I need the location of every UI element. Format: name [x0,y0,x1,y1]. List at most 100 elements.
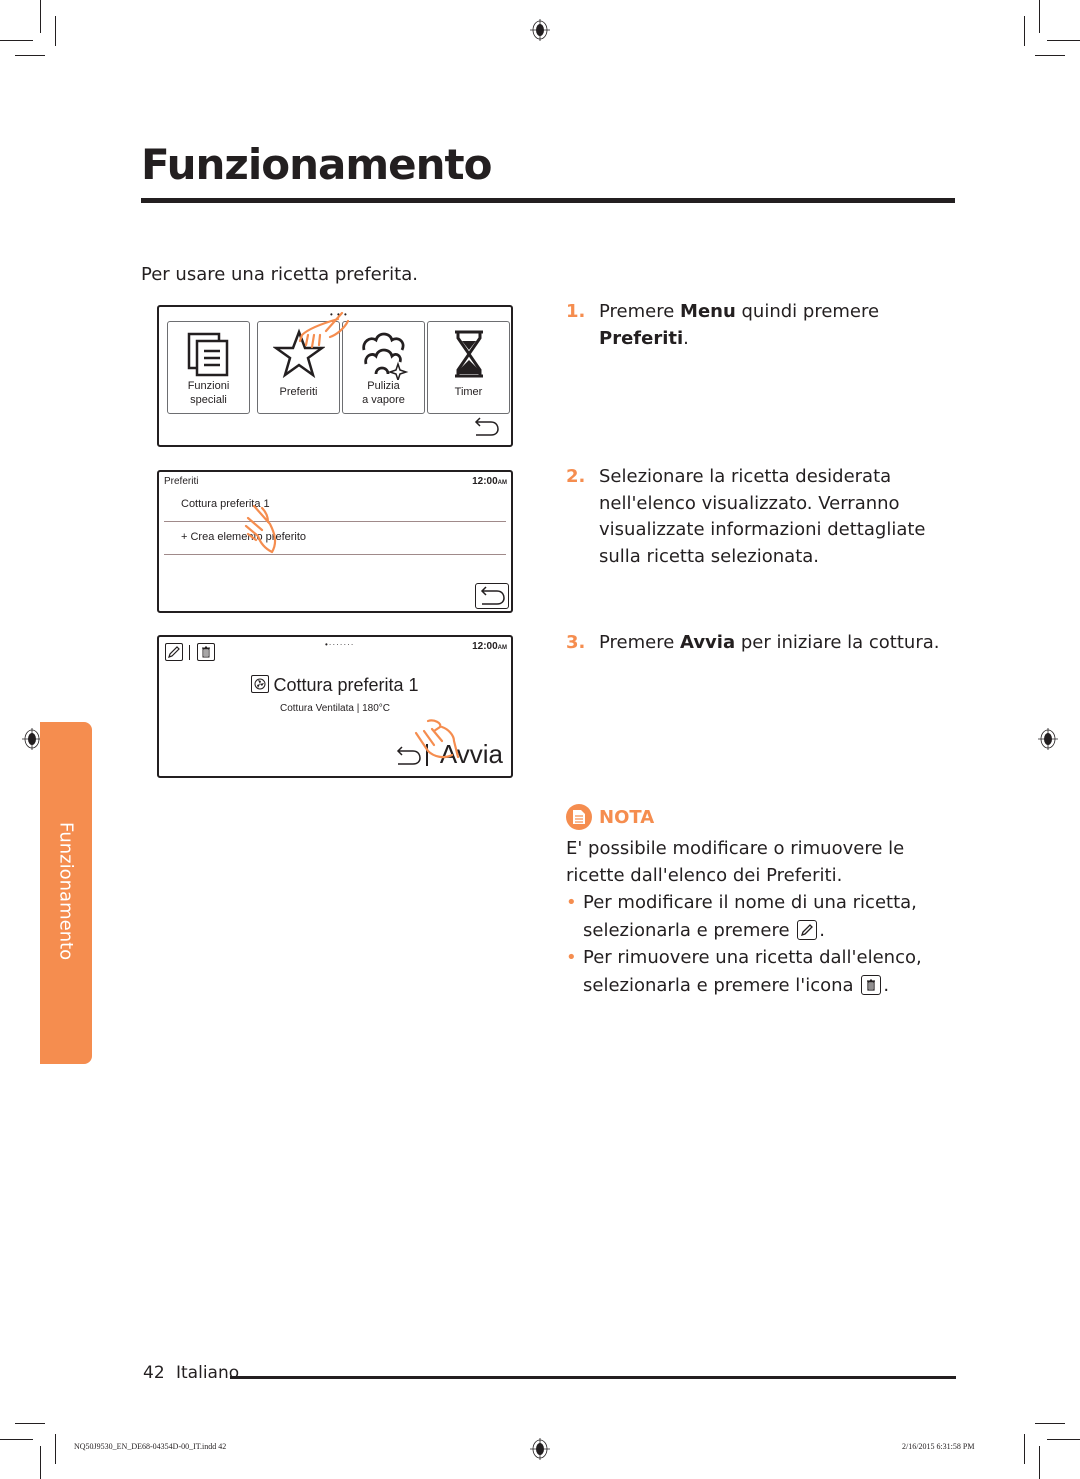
tile-pulizia-a-vapore[interactable]: Pulizia a vapore [342,321,425,414]
tile-label: Funzioni speciali [187,380,230,406]
list-item-create-favorite[interactable]: + Crea elemento preferito [164,522,506,555]
edit-icon [797,920,818,940]
tile-funzioni-speciali[interactable]: Funzioni speciali [167,321,250,414]
page-indicator: •······· [325,640,355,649]
edit-button[interactable] [165,643,183,661]
crop-mark [15,55,45,56]
crop-mark [15,1423,45,1424]
crop-mark [1035,1423,1065,1424]
print-slug-date: 2/16/2015 6:31:58 PM [902,1442,975,1451]
hourglass-icon [454,330,483,378]
text: Premere [599,632,681,653]
list-item-label: + Crea elemento preferito [181,531,307,543]
text: Per modificare il nome di una ricetta, s… [583,892,917,941]
clock-time: 12:00 [472,641,498,652]
note-bullet: • Per modificare il nome di una ricetta,… [566,889,966,945]
edit-icon [168,646,180,658]
separator [426,744,428,766]
crop-mark [40,0,41,33]
menu-term: Menu [680,301,736,322]
documents-icon [187,332,228,377]
separator [189,645,190,660]
step-2: 2. Selezionare la ricetta desiderata nel… [566,464,926,570]
section-side-tab: Funzionamento [40,722,92,1064]
clock: 12:00AM [472,641,507,652]
list-item-label: Cottura preferita 1 [181,498,270,510]
note-icon [566,804,592,830]
step-3: 3. Premere Avvia per iniziare la cottura… [566,630,966,657]
bullet-dot: • [566,892,577,913]
tile-label: Pulizia a vapore [362,380,405,406]
delete-button[interactable] [197,643,215,661]
footer-rule [230,1376,956,1379]
note-bullet: • Per rimuovere una ricetta dall'elenco,… [566,944,966,1000]
crop-mark [1047,1439,1080,1440]
side-tab-label: Funzionamento [55,822,77,961]
note-body: E' possibile modificare o rimuovere le r… [566,838,905,886]
crop-mark [1039,1446,1040,1479]
crop-mark [1024,1434,1025,1464]
text: . [883,975,890,996]
tile-label: Timer [454,386,483,398]
preferiti-term: Preferiti [599,327,684,349]
recipe-details: Cottura Ventilata | 180°C [280,703,390,714]
clock-ampm: AM [497,645,507,651]
crop-mark [55,1434,56,1464]
step-text: Premere Avvia per iniziare la cottura. [599,630,966,657]
recipe-title: Cottura preferita 1 [159,675,511,696]
clock-time: 12:00 [472,476,498,487]
fan-icon [251,675,270,693]
note-label: NOTA [599,807,655,828]
title-rule [141,198,955,203]
intro-text: Per usare una ricetta preferita. [141,264,418,285]
bullet-dot: • [566,947,577,968]
list-item-favorite[interactable]: Cottura preferita 1 [164,489,506,522]
crop-mark [1039,0,1040,33]
back-button[interactable] [475,583,509,609]
back-icon[interactable] [473,417,501,439]
avvia-term: Avvia [680,632,736,653]
registration-mark-icon [530,19,550,41]
text: Premere [599,301,681,322]
crop-mark [0,1439,33,1440]
screen-title: Preferiti [164,476,199,487]
tile-preferiti[interactable]: Preferiti [257,321,340,414]
page-indicator: • • • [330,310,348,319]
recipe-screen: •······· 12:00AM Cottura preferita 1 Cot… [157,635,513,778]
text: per iniziare la cottura. [735,632,940,653]
clock: 12:00AM [472,476,507,487]
step-number: 3. [566,632,586,653]
back-icon [480,586,505,605]
favorites-screen: Preferiti 12:00AM Cottura preferita 1 + … [157,470,513,613]
crop-mark [1024,16,1025,46]
step-number: 2. [566,466,586,487]
bullet-text: Per rimuovere una ricetta dall'elenco, s… [583,944,966,1000]
tile-timer[interactable]: Timer [427,321,510,414]
crop-mark [1035,55,1065,56]
back-icon[interactable] [395,746,423,768]
trash-icon [202,646,210,658]
step-1: 1. Premere Menu quindi premere Preferiti… [566,299,966,352]
registration-mark-icon [530,1438,550,1460]
menu-screen: • • • Funzioni speciali Preferiti Pulizi… [157,305,513,447]
start-button[interactable]: Avvia [440,739,503,770]
print-slug-file: NQ50J9530_EN_DE68-04354D-00_IT.indd 42 [74,1442,227,1451]
crop-mark [55,16,56,46]
clock-ampm: AM [497,480,507,486]
crop-mark [40,1446,41,1479]
page-title: Funzionamento [141,140,492,189]
registration-mark-icon [22,728,42,750]
star-icon [272,328,325,379]
text: . [819,920,826,941]
steam-clean-icon [361,332,408,380]
text: quindi premere [735,301,880,322]
step-text: Premere Menu quindi premere Preferiti. [599,299,966,352]
tile-label: Preferiti [279,386,318,398]
crop-mark [1047,40,1080,41]
step-number: 1. [566,301,586,322]
step-text: Selezionare la ricetta desiderata nell'e… [599,466,926,567]
language-label: Italiano [176,1363,240,1383]
page-number: 42 [143,1363,165,1383]
trash-icon [861,975,882,995]
recipe-name: Cottura preferita 1 [273,675,419,695]
